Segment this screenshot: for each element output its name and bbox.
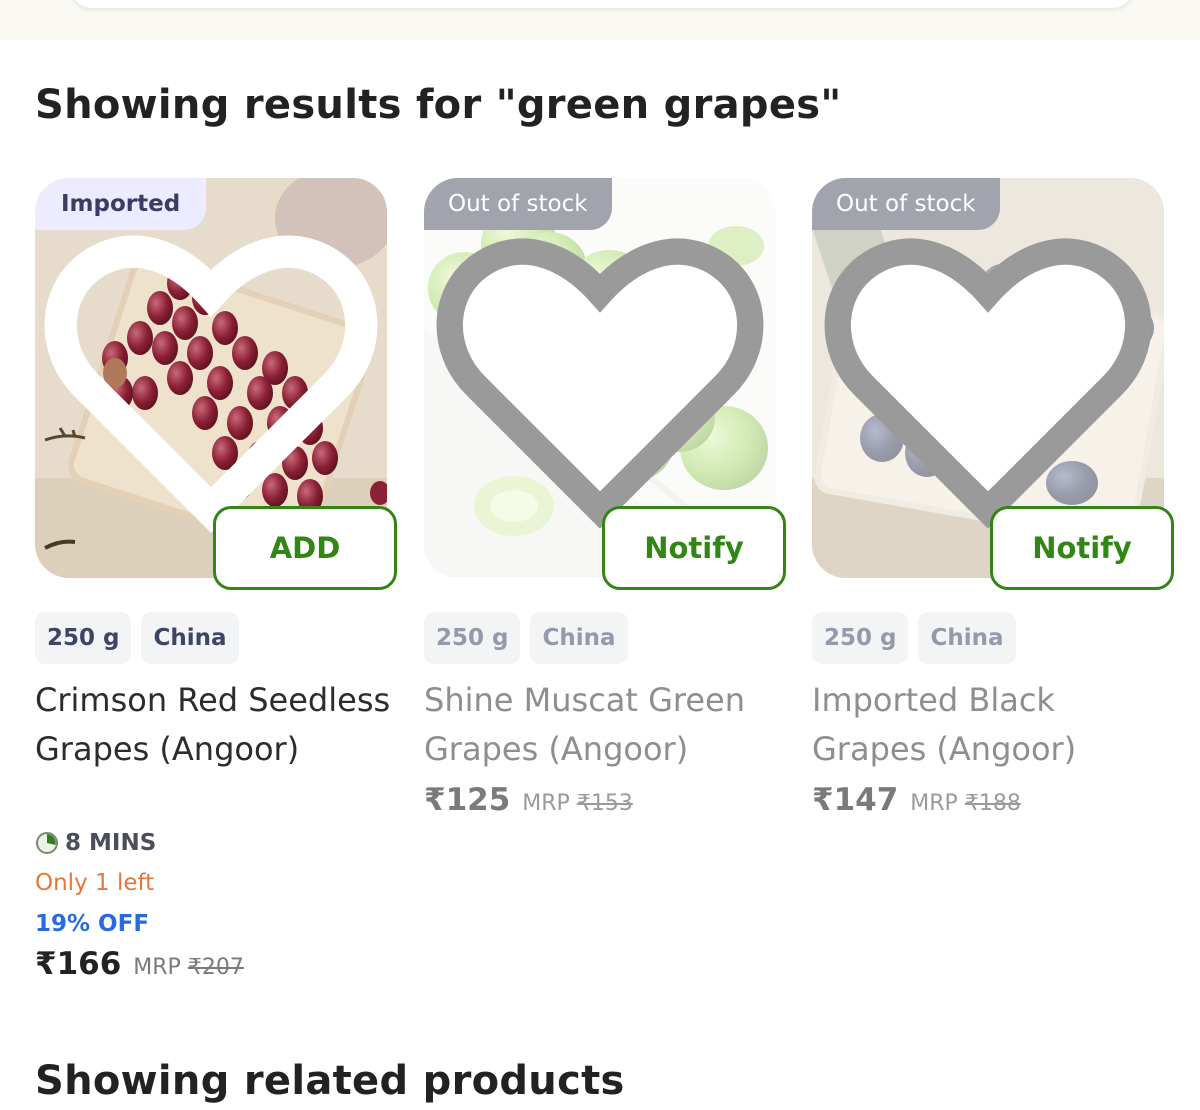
product-card[interactable]: Out of stock Notify 250 g China Imported… bbox=[812, 178, 1190, 998]
mrp-label: MRP bbox=[133, 955, 181, 980]
top-search-bar bbox=[0, 0, 1200, 40]
product-tags: 250 g China bbox=[812, 612, 1016, 664]
product-name[interactable]: Shine Muscat Green Grapes (Angoor) bbox=[424, 676, 784, 774]
weight-tag: 250 g bbox=[35, 612, 132, 664]
product-card[interactable]: Imported ADD 250 g China Crimson Red See… bbox=[35, 178, 413, 998]
discount-label: 19% OFF bbox=[35, 911, 150, 937]
weight-tag: 250 g bbox=[812, 612, 909, 664]
stock-note: Only 1 left bbox=[35, 870, 155, 896]
product-name[interactable]: Imported Black Grapes (Angoor) bbox=[812, 676, 1172, 774]
notify-button[interactable]: Notify bbox=[990, 506, 1174, 590]
delivery-eta: 8 MINS bbox=[35, 830, 156, 856]
mrp: MRP ₹153 bbox=[522, 791, 633, 816]
clock-icon bbox=[36, 832, 58, 854]
mrp-value: ₹188 bbox=[964, 791, 1021, 816]
weight-tag: 250 g bbox=[424, 612, 521, 664]
price-row: ₹147 MRP ₹188 bbox=[812, 782, 1021, 818]
product-card[interactable]: Out of stock Notify 250 g China Shine Mu… bbox=[424, 178, 802, 998]
product-tags: 250 g China bbox=[35, 612, 239, 664]
mrp-value: ₹153 bbox=[576, 791, 633, 816]
related-heading: Showing related products bbox=[35, 1058, 625, 1104]
origin-tag: China bbox=[918, 612, 1016, 664]
selling-price: ₹166 bbox=[35, 946, 122, 982]
results-heading: Showing results for "green grapes" bbox=[35, 82, 842, 128]
add-button[interactable]: ADD bbox=[213, 506, 397, 590]
selling-price: ₹125 bbox=[424, 782, 511, 818]
search-input[interactable] bbox=[68, 0, 1136, 10]
notify-button[interactable]: Notify bbox=[602, 506, 786, 590]
product-name[interactable]: Crimson Red Seedless Grapes (Angoor) bbox=[35, 676, 395, 774]
product-tags: 250 g China bbox=[424, 612, 628, 664]
mrp-label: MRP bbox=[910, 791, 958, 816]
origin-tag: China bbox=[530, 612, 628, 664]
selling-price: ₹147 bbox=[812, 782, 899, 818]
mrp-value: ₹207 bbox=[187, 955, 244, 980]
price-row: ₹166 MRP ₹207 bbox=[35, 946, 244, 982]
mrp: MRP ₹207 bbox=[133, 955, 244, 980]
price-row: ₹125 MRP ₹153 bbox=[424, 782, 633, 818]
mrp-label: MRP bbox=[522, 791, 570, 816]
origin-tag: China bbox=[141, 612, 239, 664]
mrp: MRP ₹188 bbox=[910, 791, 1021, 816]
eta-text: 8 MINS bbox=[65, 830, 157, 856]
